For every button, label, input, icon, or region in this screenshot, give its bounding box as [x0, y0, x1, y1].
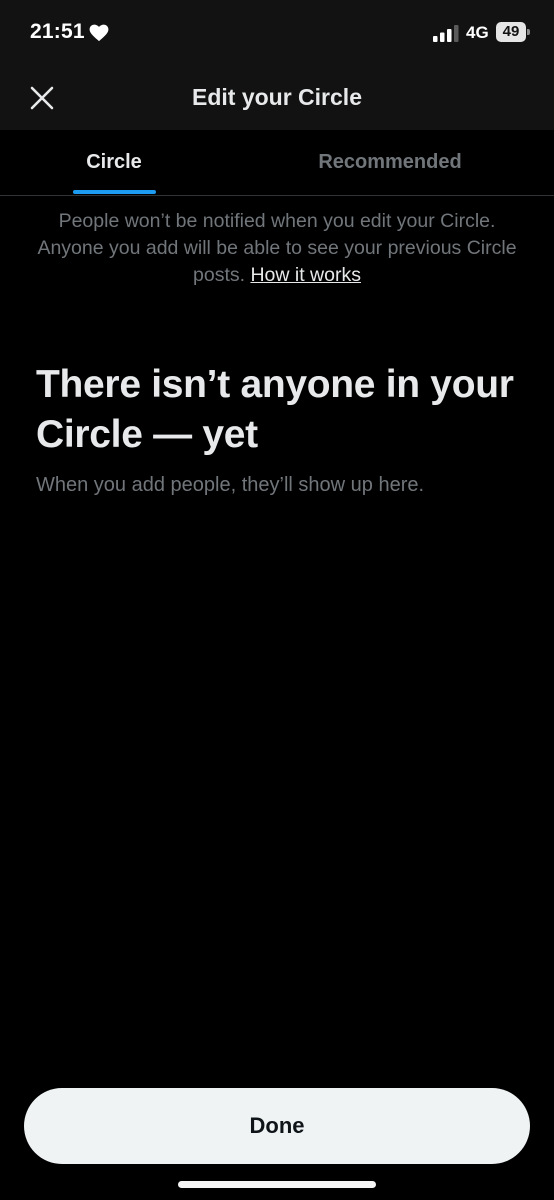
how-it-works-link[interactable]: How it works — [250, 264, 361, 286]
status-bar: 21:51 4G 49 — [0, 0, 554, 68]
empty-state-subtitle: When you add people, they’ll show up her… — [36, 474, 425, 496]
active-tab-indicator — [73, 190, 156, 194]
info-text: People won’t be notified when you edit y… — [30, 208, 524, 289]
signal-icon — [433, 25, 459, 42]
tab-recommended-label: Recommended — [318, 151, 462, 173]
done-button[interactable]: Done — [24, 1088, 530, 1164]
battery-tip — [527, 29, 530, 35]
status-time: 21:51 — [30, 20, 85, 43]
battery-icon: 49 — [496, 22, 530, 42]
network-label: 4G — [466, 23, 489, 42]
page-title: Edit your Circle — [192, 84, 362, 110]
tab-recommended[interactable]: Recommended — [290, 130, 490, 195]
tab-bar: Circle Recommended — [0, 130, 554, 196]
tab-circle-label: Circle — [86, 151, 142, 173]
battery-level: 49 — [502, 23, 520, 40]
heart-icon — [89, 24, 109, 42]
empty-state-title: There isn’t anyone in your Circle — yet — [36, 363, 514, 456]
header: Edit your Circle — [0, 68, 554, 130]
done-label: Done — [249, 1113, 305, 1138]
home-indicator — [178, 1181, 376, 1188]
tab-circle[interactable]: Circle — [60, 130, 168, 195]
